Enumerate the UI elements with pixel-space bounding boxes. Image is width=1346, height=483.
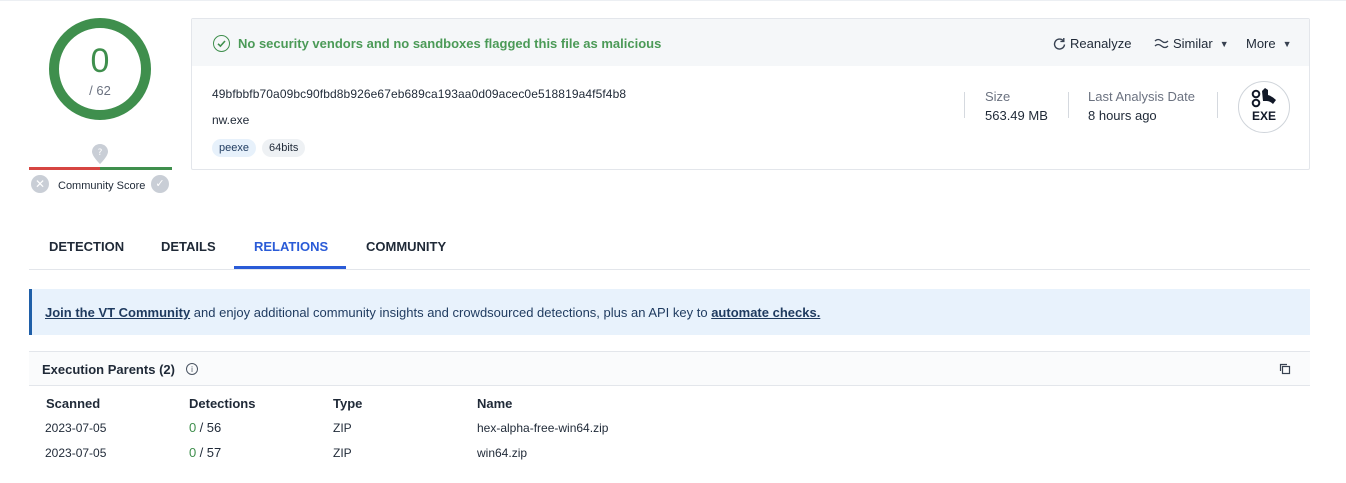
column-header-type: Type xyxy=(333,396,363,411)
size-value: 563.49 MB xyxy=(985,108,1048,123)
similar-button[interactable]: Similar ▼ xyxy=(1154,36,1229,51)
row-scanned: 2023-07-05 xyxy=(45,421,107,435)
column-header-name: Name xyxy=(477,396,513,411)
similar-icon xyxy=(1154,38,1169,49)
file-type-text: EXE xyxy=(1251,109,1276,123)
detection-total: / 62 xyxy=(89,83,111,98)
size-label: Size xyxy=(985,89,1011,104)
community-bar-positive xyxy=(100,167,172,170)
detection-count: 0 xyxy=(90,42,110,80)
report-tabs: DETECTION DETAILS RELATIONS COMMUNITY xyxy=(29,226,1310,270)
row-detections: 0 / 57 xyxy=(189,445,222,460)
row-detections: 0 / 56 xyxy=(189,420,222,435)
chevron-down-icon: ▼ xyxy=(1282,38,1292,49)
file-summary-card: No security vendors and no sandboxes fla… xyxy=(191,18,1310,170)
detection-score-ring: 0 / 62 xyxy=(49,18,151,120)
file-name: nw.exe xyxy=(212,113,250,127)
status-header: No security vendors and no sandboxes fla… xyxy=(192,19,1309,66)
meta-divider xyxy=(1068,92,1069,118)
similar-label: Similar xyxy=(1173,36,1213,51)
tab-relations[interactable]: RELATIONS xyxy=(254,239,328,254)
tag-64bits[interactable]: 64bits xyxy=(261,139,306,157)
tab-detection[interactable]: DETECTION xyxy=(49,239,124,254)
execution-parents-header: Execution Parents (2) i xyxy=(29,351,1310,386)
automate-checks-link[interactable]: automate checks. xyxy=(711,305,820,320)
row-type: ZIP xyxy=(333,446,352,460)
join-community-link[interactable]: Join the VT Community xyxy=(45,305,190,320)
svg-text:?: ? xyxy=(98,148,103,158)
reanalyze-label: Reanalyze xyxy=(1070,36,1132,51)
execution-parents-title: Execution Parents (2) xyxy=(42,362,175,377)
community-score-label: Community Score xyxy=(58,180,146,192)
info-icon[interactable]: i xyxy=(186,363,198,375)
tag-peexe[interactable]: peexe xyxy=(212,139,256,157)
file-tags: peexe 64bits xyxy=(212,139,306,157)
meta-divider xyxy=(1217,92,1218,118)
column-header-scanned: Scanned xyxy=(46,396,101,411)
tab-details[interactable]: DETAILS xyxy=(161,239,216,254)
banner-text: Join the VT Community and enjoy addition… xyxy=(45,305,820,320)
row-name-link[interactable]: hex-alpha-free-win64.zip xyxy=(477,421,608,435)
banner-body: and enjoy additional community insights … xyxy=(190,305,712,320)
meta-divider xyxy=(964,92,965,118)
reanalyze-button[interactable]: Reanalyze xyxy=(1053,36,1131,51)
more-label: More xyxy=(1246,36,1276,51)
row-name-link[interactable]: win64.zip xyxy=(477,446,527,460)
vote-harmless-icon[interactable]: ✓ xyxy=(151,175,169,193)
row-type: ZIP xyxy=(333,421,352,435)
community-marker-icon: ? xyxy=(92,144,108,164)
community-banner: Join the VT Community and enjoy addition… xyxy=(29,289,1310,335)
copy-icon[interactable] xyxy=(1279,363,1291,375)
refresh-icon xyxy=(1053,38,1066,50)
tab-community[interactable]: COMMUNITY xyxy=(366,239,446,254)
more-button[interactable]: More ▼ xyxy=(1246,36,1292,51)
community-bar-negative xyxy=(29,167,100,170)
active-tab-indicator xyxy=(234,266,346,269)
last-analysis-label: Last Analysis Date xyxy=(1088,89,1195,104)
check-circle-icon xyxy=(213,35,230,52)
exe-gears-icon xyxy=(1251,88,1276,108)
vote-harmful-icon[interactable]: ✕ xyxy=(31,175,49,193)
top-divider xyxy=(0,0,1346,1)
row-scanned: 2023-07-05 xyxy=(45,446,107,460)
last-analysis-value: 8 hours ago xyxy=(1088,108,1157,123)
column-header-detections: Detections xyxy=(189,396,256,411)
file-type-badge: EXE xyxy=(1238,81,1290,133)
status-message: No security vendors and no sandboxes fla… xyxy=(238,36,662,51)
file-hash[interactable]: 49bfbbfb70a09bc90fbd8b926e67eb689ca193aa… xyxy=(212,87,626,101)
chevron-down-icon: ▼ xyxy=(1219,38,1229,49)
